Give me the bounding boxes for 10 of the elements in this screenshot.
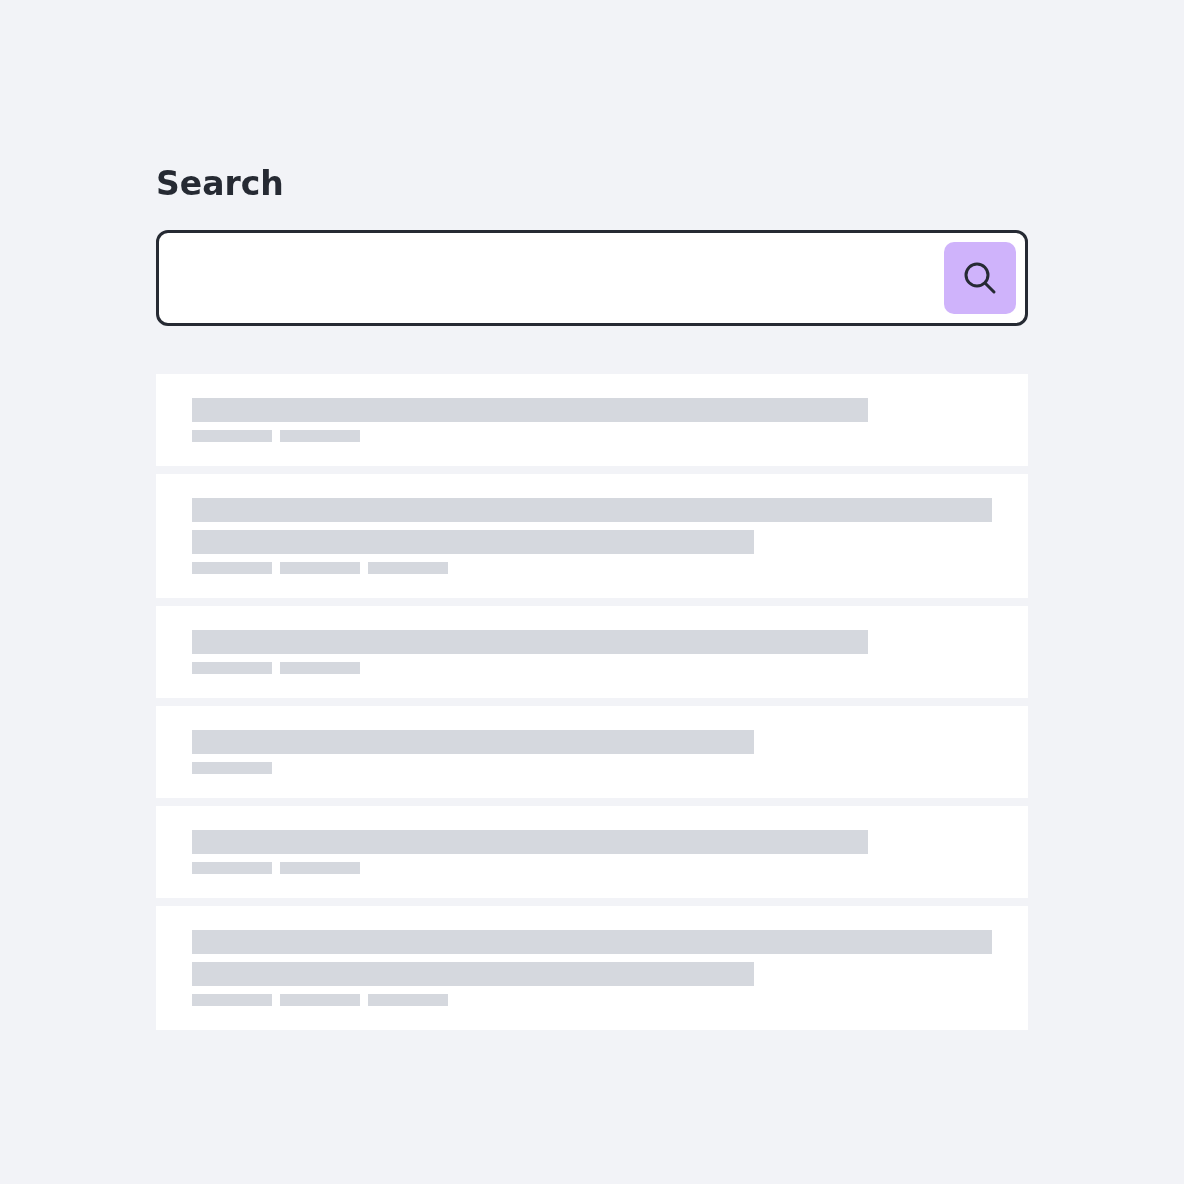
result-card[interactable]	[156, 806, 1028, 898]
result-card[interactable]	[156, 906, 1028, 1030]
search-button[interactable]	[944, 242, 1016, 314]
search-icon	[962, 260, 998, 296]
search-field[interactable]	[156, 230, 1028, 326]
result-card[interactable]	[156, 606, 1028, 698]
result-card[interactable]	[156, 474, 1028, 598]
result-card[interactable]	[156, 706, 1028, 798]
heading: Search	[156, 163, 284, 205]
result-card[interactable]	[156, 374, 1028, 466]
